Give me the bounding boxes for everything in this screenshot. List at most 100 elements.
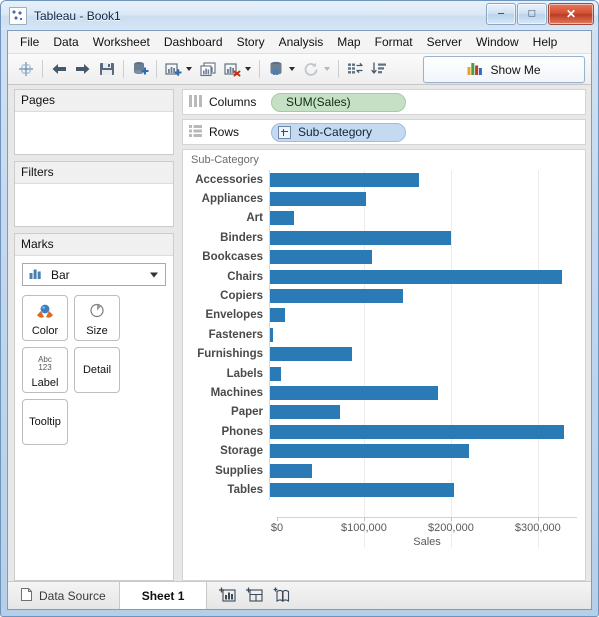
- tab-data-source-label: Data Source: [39, 588, 106, 603]
- save-icon[interactable]: [95, 57, 119, 81]
- marks-color-label: Color: [31, 325, 59, 337]
- bar-row-label: Machines: [210, 386, 263, 399]
- data-pane-icon[interactable]: [264, 57, 288, 81]
- maximize-button[interactable]: □: [517, 3, 547, 25]
- filters-drop-zone[interactable]: [15, 184, 173, 226]
- menu-dashboard[interactable]: Dashboard: [157, 32, 230, 53]
- mark-type-dropdown[interactable]: Bar: [22, 263, 166, 286]
- pages-card-title: Pages: [15, 90, 173, 112]
- rows-shelf[interactable]: Rows Sub-Category: [182, 119, 586, 145]
- bar-mark[interactable]: [270, 289, 404, 304]
- chevron-down-icon[interactable]: [150, 272, 158, 277]
- pages-drop-zone[interactable]: [15, 112, 173, 154]
- bar-row: Storage: [191, 441, 577, 461]
- show-me-button[interactable]: Show Me: [423, 56, 585, 83]
- marks-detail-label: Detail: [82, 364, 112, 376]
- new-worksheet-tab-icon[interactable]: [219, 587, 236, 605]
- x-axis-tick-label: $300,000: [514, 522, 561, 534]
- menu-story[interactable]: Story: [230, 32, 272, 53]
- columns-shelf-icon: [189, 94, 202, 110]
- menu-analysis[interactable]: Analysis: [272, 32, 331, 53]
- refresh-icon: [299, 57, 323, 81]
- marks-tooltip-button[interactable]: Tooltip: [22, 399, 68, 445]
- menu-format[interactable]: Format: [368, 32, 420, 53]
- toolbar-separator: [259, 60, 260, 78]
- menu-server[interactable]: Server: [420, 32, 469, 53]
- new-story-tab-icon[interactable]: [273, 587, 290, 605]
- bar-mark[interactable]: [270, 405, 340, 420]
- window-titlebar: Tableau - Book1 – □ ✕: [1, 1, 598, 30]
- bar-row: Art: [191, 208, 577, 229]
- expand-plus-icon[interactable]: [278, 125, 291, 139]
- bar-mark[interactable]: [270, 192, 366, 207]
- x-axis-tick-label: $100,000: [341, 522, 387, 534]
- menu-file[interactable]: File: [13, 32, 46, 53]
- bar-mark[interactable]: [270, 327, 273, 342]
- swap-rows-columns-icon[interactable]: [343, 57, 367, 81]
- bar-mark[interactable]: [270, 308, 285, 323]
- new-object-buttons: [207, 582, 302, 609]
- bar-mark[interactable]: [270, 172, 419, 187]
- bar-mark[interactable]: [270, 385, 439, 400]
- tab-sheet-1-label: Sheet 1: [141, 588, 185, 603]
- sort-descending-icon[interactable]: [367, 57, 391, 81]
- tab-sheet-1[interactable]: Sheet 1: [119, 582, 208, 609]
- menu-worksheet[interactable]: Worksheet: [86, 32, 157, 53]
- menu-map[interactable]: Map: [330, 32, 367, 53]
- bar-cell: [269, 422, 577, 442]
- bar-row-label: Accessories: [195, 173, 263, 186]
- bar-mark[interactable]: [270, 347, 352, 362]
- bar-mark[interactable]: [270, 463, 312, 478]
- marks-label-button[interactable]: Abc 123 Label: [22, 347, 68, 393]
- new-data-source-icon[interactable]: [128, 57, 152, 81]
- bar-cell: [269, 286, 577, 306]
- bar-row-label: Fasteners: [208, 328, 263, 341]
- bar-cell: [269, 344, 577, 364]
- new-worksheet-icon[interactable]: [161, 57, 185, 81]
- tableau-start-icon[interactable]: [14, 57, 38, 81]
- bar-mark[interactable]: [270, 269, 563, 284]
- chevron-down-icon[interactable]: [245, 67, 251, 71]
- bar-mark[interactable]: [270, 424, 564, 439]
- bar-mark[interactable]: [270, 250, 373, 265]
- chevron-down-icon[interactable]: [289, 67, 295, 71]
- columns-shelf[interactable]: Columns SUM(Sales): [182, 89, 586, 115]
- back-arrow-icon[interactable]: [47, 57, 71, 81]
- bar-cell: [269, 325, 577, 345]
- menu-window[interactable]: Window: [469, 32, 526, 53]
- marks-color-button[interactable]: Color: [22, 295, 68, 341]
- columns-pill-sum-sales[interactable]: SUM(Sales): [271, 92, 406, 112]
- menu-data[interactable]: Data: [46, 32, 85, 53]
- bar-mark[interactable]: [270, 444, 470, 459]
- bar-row: Furnishings: [191, 344, 577, 364]
- mark-type-value: Bar: [51, 267, 70, 282]
- clear-sheet-icon[interactable]: [220, 57, 244, 81]
- x-axis: $0 $100,000 $200,000 $300,000 Sales: [271, 517, 577, 548]
- close-icon: ✕: [565, 7, 577, 21]
- maximize-icon: □: [528, 7, 536, 20]
- toolbar-separator: [338, 60, 339, 78]
- marks-size-button[interactable]: Size: [74, 295, 120, 341]
- rows-pill-sub-category[interactable]: Sub-Category: [271, 122, 406, 142]
- forward-arrow-icon[interactable]: [71, 57, 95, 81]
- x-axis-tickmark: [537, 517, 539, 521]
- marks-detail-button[interactable]: Detail: [74, 347, 120, 393]
- duplicate-sheet-icon[interactable]: [196, 57, 220, 81]
- viz-canvas[interactable]: Sub-Category Accessories Appliances Art Bin…: [182, 149, 586, 581]
- rows-shelf-label: Rows: [209, 125, 240, 139]
- bar-mark[interactable]: [270, 482, 455, 497]
- tab-data-source[interactable]: Data Source: [8, 582, 120, 609]
- minimize-button[interactable]: –: [486, 3, 516, 25]
- marks-card-title: Marks: [15, 234, 173, 256]
- new-dashboard-tab-icon[interactable]: [246, 587, 263, 605]
- bar-cell: [269, 170, 577, 190]
- window-controls: – □ ✕: [486, 3, 594, 25]
- bar-mark[interactable]: [270, 211, 295, 226]
- chevron-down-icon[interactable]: [186, 67, 192, 71]
- menu-help[interactable]: Help: [526, 32, 565, 53]
- client-area: File Data Worksheet Dashboard Story Anal…: [7, 30, 592, 610]
- bar-mark[interactable]: [270, 366, 282, 381]
- close-button[interactable]: ✕: [548, 3, 594, 25]
- bar-mark[interactable]: [270, 230, 451, 245]
- bar-row-label: Tables: [227, 483, 263, 496]
